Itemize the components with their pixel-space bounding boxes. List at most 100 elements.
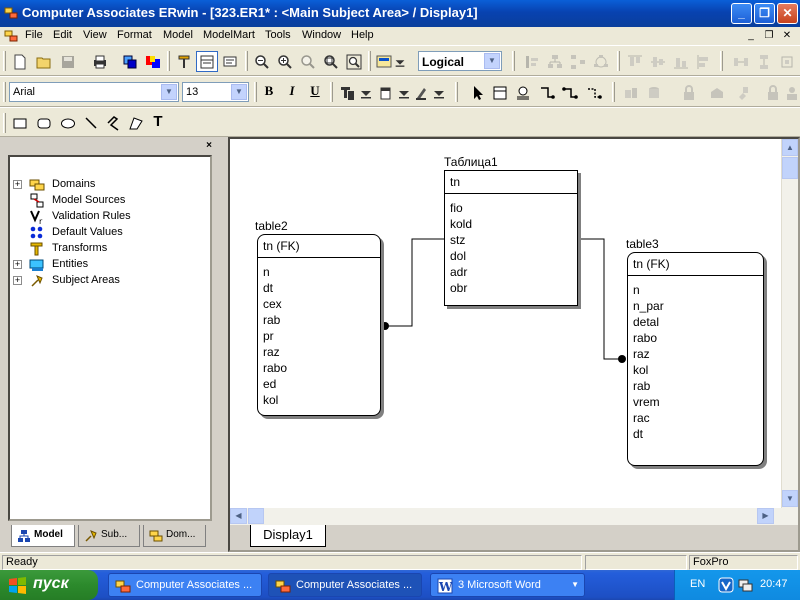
attribute[interactable]: kold [445,217,577,233]
mdi-minimize-button[interactable]: _ [744,29,758,43]
menu-modelmart[interactable]: ModelMart [203,29,255,41]
maximize-button[interactable]: ❐ [754,3,775,24]
modelmart-connect-icon[interactable] [620,82,642,103]
minimize-button[interactable]: _ [731,3,752,24]
mdi-restore-button[interactable]: ❐ [762,29,776,43]
align-top-icon[interactable] [624,51,646,72]
tree-item-domains[interactable]: + Domains [10,177,210,193]
zoom-full-icon[interactable] [343,51,365,72]
space-vertical-icon[interactable] [753,51,775,72]
toolbar-grip[interactable] [3,51,6,71]
fill-color-icon[interactable] [376,82,398,103]
entity-table2[interactable]: tn (FK) n dt cex rab pr raz rabo ed kol [257,234,381,416]
pointer-tool-icon[interactable] [467,82,489,103]
key-attribute[interactable]: tn (FK) [263,239,380,253]
tab-model[interactable]: Model [11,525,75,547]
attribute[interactable]: rac [628,411,763,427]
non-identifying-relationship-icon[interactable] [583,82,605,103]
user-icon[interactable] [784,82,800,103]
diagram-canvas[interactable]: Таблица1 tn fio kold stz dol adr obr tab… [228,137,800,552]
menu-tools[interactable]: Tools [265,29,291,41]
zoom-in-icon[interactable] [274,51,296,72]
toolbar-grip[interactable] [612,82,615,102]
category-tool-icon[interactable] [512,82,534,103]
fill-color-dropdown-icon[interactable] [396,82,412,103]
print-icon[interactable] [89,51,111,72]
attribute[interactable]: fio [445,201,577,217]
scroll-right-icon[interactable]: ▶ [757,508,774,524]
scroll-thumb[interactable] [248,508,264,524]
menu-format[interactable]: Format [117,29,152,41]
scroll-up-icon[interactable]: ▲ [782,139,798,156]
menu-window[interactable]: Window [302,29,341,41]
attribute[interactable]: rabo [628,331,763,347]
attribute[interactable]: pr [258,329,380,345]
bold-button[interactable]: B [258,81,280,101]
mdi-close-button[interactable]: ✕ [780,29,794,43]
security-lock-icon[interactable] [762,82,784,103]
attribute[interactable]: vrem [628,395,763,411]
chevron-down-icon[interactable]: ▼ [231,84,247,100]
horizontal-scrollbar[interactable]: ◀ ▶ [230,508,798,525]
polygon-tool-icon[interactable] [125,112,147,133]
text-color-icon[interactable] [336,82,358,103]
rectangle-tool-icon[interactable] [9,112,31,133]
entity-tablica1[interactable]: tn fio kold stz dol adr obr [444,170,578,306]
toolbar-grip[interactable] [3,113,6,133]
expand-icon[interactable]: + [13,180,22,189]
entity-tool-icon[interactable] [489,82,511,103]
modelmart-library-icon[interactable] [643,82,665,103]
key-attribute[interactable]: tn [450,175,577,189]
attribute[interactable]: n [628,283,763,299]
start-button[interactable]: пуск [0,570,98,600]
pin-icon[interactable] [732,82,754,103]
attribute[interactable]: obr [445,281,577,297]
close-icon[interactable]: × [203,140,215,152]
attribute[interactable]: dol [445,249,577,265]
menu-view[interactable]: View [83,29,107,41]
attribute[interactable]: raz [258,345,380,361]
vertical-scrollbar[interactable]: ▲ ▼ [781,139,798,508]
many-to-many-relationship-icon[interactable] [559,82,581,103]
attribute[interactable]: raz [628,347,763,363]
color-icon[interactable] [142,51,164,72]
zoom-normal-icon[interactable] [297,51,319,72]
tab-subject-areas[interactable]: Sub... [78,525,140,547]
scroll-down-icon[interactable]: ▼ [782,490,798,507]
menu-help[interactable]: Help [351,29,374,41]
close-button[interactable]: ✕ [777,3,798,24]
tab-display1[interactable]: Display1 [250,525,326,547]
attribute[interactable]: kol [628,363,763,379]
display-level-icon[interactable] [373,51,395,72]
line-tool-icon[interactable] [80,112,102,133]
copy-entities-icon[interactable] [119,51,141,72]
chevron-down-icon[interactable]: ▼ [571,580,579,589]
menu-edit[interactable]: Edit [53,29,72,41]
rounded-rectangle-tool-icon[interactable] [33,112,55,133]
attribute[interactable]: n_par [628,299,763,315]
zoom-fit-icon[interactable] [320,51,342,72]
new-file-icon[interactable] [9,51,31,72]
center-icon[interactable] [776,51,798,72]
chevron-down-icon[interactable]: ▼ [161,84,177,100]
polyline-tool-icon[interactable] [102,112,124,133]
attribute-display-icon[interactable] [196,51,218,72]
taskbar-item-word[interactable]: W 3 Microsoft Word ▼ [430,573,585,597]
logical-physical-select[interactable]: Logical ▼ [418,51,502,71]
hierarchical-layout-icon[interactable] [567,51,589,72]
attribute[interactable]: stz [445,233,577,249]
tree-item-model-sources[interactable]: Model Sources [10,193,210,209]
taskbar-item-erwin-2[interactable]: Computer Associates ... [268,573,422,597]
underline-button[interactable]: U [304,81,326,101]
text-color-dropdown-icon[interactable] [358,82,374,103]
scroll-thumb[interactable] [782,157,798,179]
attribute[interactable]: ed [258,377,380,393]
toolbar-grip[interactable] [617,51,620,71]
tree-item-entities[interactable]: + Entities [10,257,210,273]
identifying-relationship-icon[interactable] [536,82,558,103]
align-tool-icon[interactable] [521,51,543,72]
chevron-down-icon[interactable]: ▼ [484,53,500,69]
font-name-select[interactable]: Arial ▼ [9,82,179,102]
line-color-dropdown-icon[interactable] [431,82,447,103]
merge-icon[interactable] [706,82,728,103]
